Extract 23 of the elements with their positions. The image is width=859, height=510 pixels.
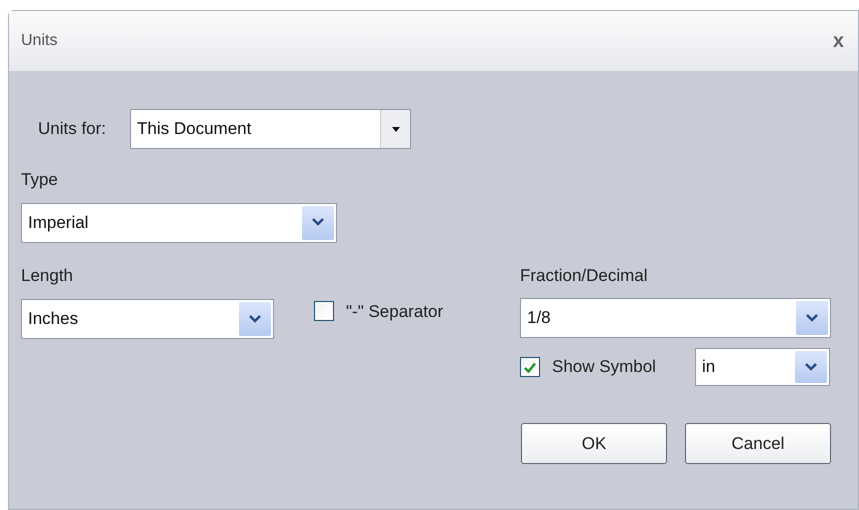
- units-for-label: Units for:: [38, 118, 106, 140]
- length-label: Length: [21, 264, 74, 286]
- chevron-down-icon: [806, 314, 818, 322]
- caret-down-icon: [392, 126, 400, 132]
- dialog-button[interactable]: Cancel: [685, 423, 831, 464]
- chevron-down-icon: [805, 362, 817, 372]
- close-button[interactable]: x: [832, 26, 844, 56]
- fraction-decimal-label: Fraction/Decimal: [520, 264, 649, 286]
- type-dropdown[interactable]: Imperial: [21, 202, 337, 242]
- fraction-dropdown[interactable]: 1/8: [520, 298, 831, 338]
- type-label: Type: [21, 169, 59, 191]
- window-title: Units: [21, 31, 58, 51]
- units-for-dropdown[interactable]: This Document: [130, 109, 412, 149]
- length-dropdown[interactable]: Inches: [21, 299, 274, 339]
- show-symbol-label: Show Symbol: [552, 356, 657, 378]
- checkmark-icon: [524, 362, 536, 372]
- dialog-button[interactable]: OK: [521, 423, 667, 464]
- chevron-down-icon: [249, 314, 261, 324]
- checkbox[interactable]: [314, 301, 334, 322]
- separator-label: "-" Separator: [346, 300, 444, 322]
- chevron-down-icon: [312, 218, 324, 227]
- checkbox[interactable]: [520, 357, 540, 377]
- symbol-dropdown[interactable]: in: [695, 348, 830, 386]
